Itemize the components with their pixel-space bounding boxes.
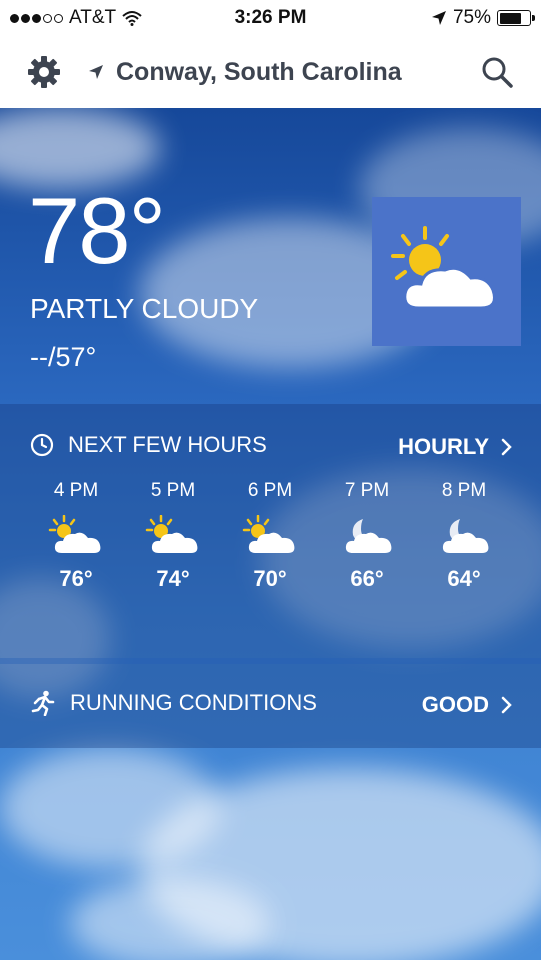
hour-time: 4 PM	[53, 480, 99, 501]
status-right: 75%	[431, 7, 535, 29]
partly-cloudy-day-icon	[145, 515, 198, 553]
hour-time: 7 PM	[344, 480, 390, 501]
hour-time: 6 PM	[247, 480, 293, 501]
high-low-temperature: --/57°	[30, 342, 97, 372]
current-temperature: 78°	[28, 178, 166, 283]
running-conditions-panel[interactable]: RUNNING CONDITIONS GOOD	[0, 664, 541, 748]
running-conditions-link[interactable]: GOOD	[422, 692, 513, 718]
hour-item[interactable]: 5 PM 74°	[125, 480, 221, 592]
running-title: RUNNING CONDITIONS	[70, 690, 317, 715]
status-left: AT&T	[10, 7, 142, 29]
hourly-forecast-panel: NEXT FEW HOURS HOURLY 4 PM 76° 5 PM 74° …	[0, 404, 541, 658]
hour-item[interactable]: 7 PM 66°	[319, 480, 415, 592]
chevron-right-icon	[501, 438, 512, 456]
current-condition-icon-box	[372, 197, 521, 346]
location-name: Conway, South Carolina	[116, 57, 402, 86]
partly-cloudy-day-icon	[48, 515, 101, 553]
hour-icon	[416, 504, 512, 566]
partly-cloudy-day-icon	[390, 225, 496, 309]
hour-temp: 74°	[156, 566, 190, 591]
current-condition: PARTLY CLOUDY	[30, 293, 259, 324]
hour-item[interactable]: 8 PM 64°	[416, 480, 512, 592]
location-services-icon	[431, 11, 446, 25]
hour-temp: 66°	[350, 566, 384, 591]
partly-cloudy-day-icon	[242, 515, 295, 553]
partly-cloudy-night-icon	[345, 519, 392, 553]
running-header: RUNNING CONDITIONS	[30, 690, 317, 716]
carrier-label: AT&T	[69, 7, 117, 28]
hourly-link-label: HOURLY	[398, 434, 489, 459]
battery-icon	[497, 10, 535, 26]
chevron-right-icon	[501, 696, 512, 714]
battery-percent: 75%	[452, 7, 491, 28]
hour-temp: 76°	[59, 566, 93, 591]
battery-fill	[499, 12, 522, 24]
signal-strength-icon	[10, 13, 63, 23]
hour-icon	[222, 504, 318, 566]
location-arrow-icon	[89, 65, 103, 79]
hour-item[interactable]: 6 PM 70°	[222, 480, 318, 592]
hourly-header: NEXT FEW HOURS	[30, 432, 267, 458]
hour-icon	[28, 504, 124, 566]
clock-icon	[30, 433, 54, 457]
hourly-link[interactable]: HOURLY	[398, 434, 513, 460]
hourly-title: NEXT FEW HOURS	[68, 432, 267, 457]
location-selector[interactable]: Conway, South Carolina	[88, 36, 402, 108]
runner-icon	[31, 690, 55, 716]
partly-cloudy-night-icon	[442, 519, 489, 553]
status-bar: AT&T 3:26 PM 75%	[0, 0, 541, 36]
hour-item[interactable]: 4 PM 76°	[28, 480, 124, 592]
hourly-list: 4 PM 76° 5 PM 74° 6 PM 70° 7 PM 66° 8 PM…	[28, 480, 512, 592]
hour-temp: 64°	[447, 566, 481, 591]
hour-icon	[319, 504, 415, 566]
hour-temp: 70°	[253, 566, 287, 591]
hour-icon	[125, 504, 221, 566]
search-icon[interactable]	[479, 54, 515, 90]
running-value: GOOD	[421, 692, 489, 717]
hour-time: 5 PM	[150, 480, 196, 501]
wifi-icon	[122, 11, 142, 26]
gear-icon[interactable]	[26, 54, 62, 90]
hour-time: 8 PM	[441, 480, 487, 501]
app-header: Conway, South Carolina	[0, 36, 541, 108]
